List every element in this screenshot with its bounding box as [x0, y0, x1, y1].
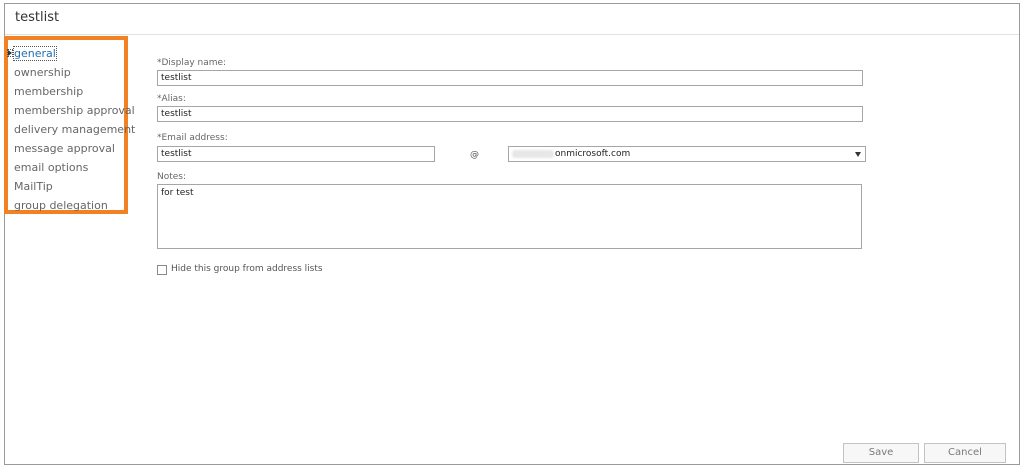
- redacted-domain: [512, 150, 554, 158]
- cancel-button[interactable]: Cancel: [924, 443, 1006, 463]
- window-title: testlist: [15, 10, 60, 25]
- nav-item-email-options[interactable]: email options: [14, 158, 135, 177]
- hide-from-lists-checkbox[interactable]: [157, 265, 167, 275]
- email-label: *Email address:: [157, 133, 228, 143]
- alias-input[interactable]: testlist: [157, 106, 863, 122]
- nav-item-membership-approval[interactable]: membership approval: [14, 101, 135, 120]
- title-divider: [5, 34, 1019, 35]
- nav-item-group-delegation[interactable]: group delegation: [14, 196, 135, 215]
- alias-label: *Alias:: [157, 94, 186, 104]
- nav-list: general ownership membership membership …: [7, 44, 135, 215]
- nav-item-label: general: [13, 46, 57, 61]
- nav-item-ownership[interactable]: ownership: [14, 63, 135, 82]
- email-domain-select[interactable]: onmicrosoft.com: [508, 146, 866, 162]
- dropdown-arrow-icon: [855, 152, 861, 157]
- display-name-input[interactable]: testlist: [157, 70, 863, 86]
- nav-item-delivery-management[interactable]: delivery management: [14, 120, 135, 139]
- at-sign: @: [470, 150, 479, 160]
- display-name-label: *Display name:: [157, 58, 227, 68]
- email-alias-input[interactable]: testlist: [157, 146, 435, 162]
- nav-item-mailtip[interactable]: MailTip: [14, 177, 135, 196]
- notes-label: Notes:: [157, 172, 187, 182]
- nav-item-general[interactable]: general: [7, 44, 135, 63]
- nav-item-membership[interactable]: membership: [14, 82, 135, 101]
- hide-from-lists-label: Hide this group from address lists: [171, 264, 323, 274]
- nav-item-message-approval[interactable]: message approval: [14, 139, 135, 158]
- selected-arrow-icon: [7, 49, 13, 57]
- sidebar-nav: general ownership membership membership …: [4, 36, 135, 214]
- domain-text: onmicrosoft.com: [555, 149, 631, 159]
- notes-textarea[interactable]: for test: [157, 184, 862, 249]
- save-button[interactable]: Save: [843, 443, 919, 463]
